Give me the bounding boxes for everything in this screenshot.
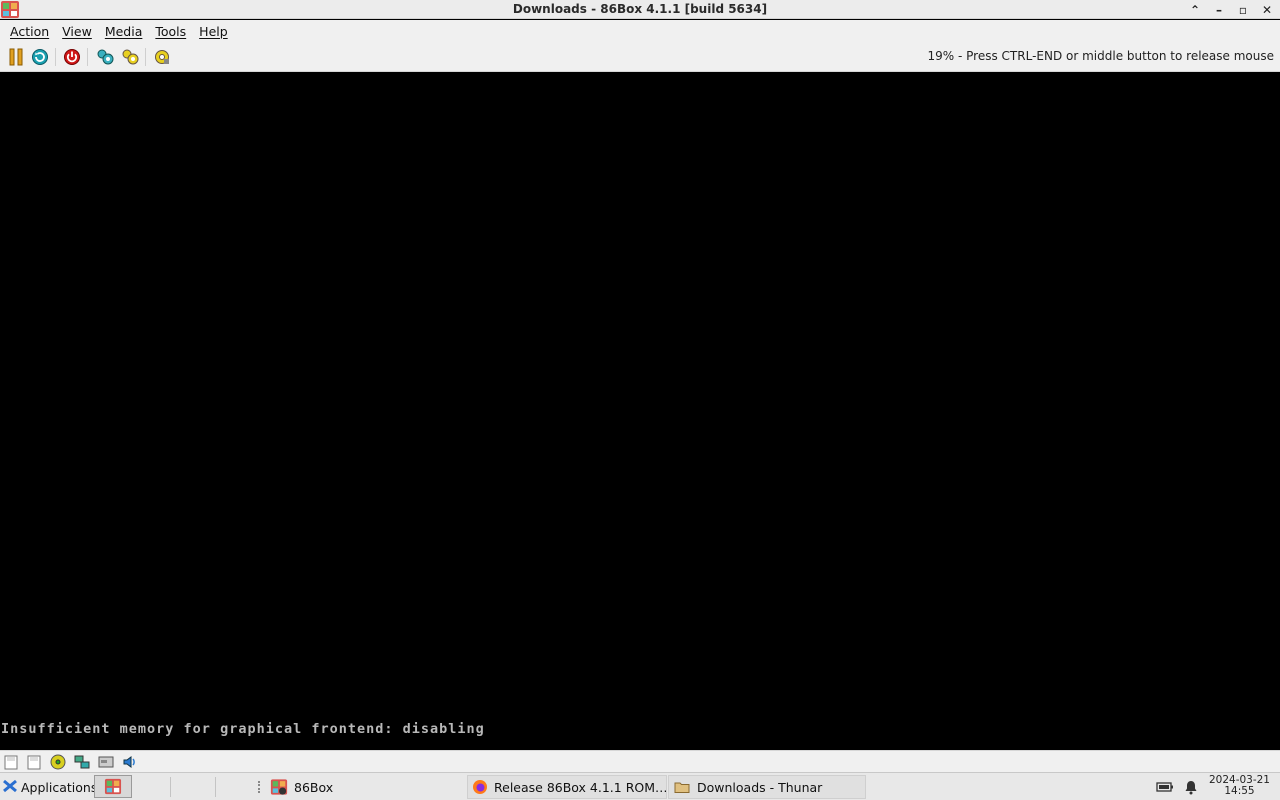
- taskbar: Applications 86Box Release 86Box 4.1.1 R…: [0, 772, 1280, 800]
- emulator-statusbar: [0, 750, 1280, 772]
- toolbar: 19% - Press CTRL-END or middle button to…: [0, 42, 1280, 72]
- task-86box[interactable]: 86Box: [266, 775, 466, 799]
- folder-icon: [673, 778, 691, 796]
- clock-time: 14:55: [1224, 785, 1255, 797]
- menu-tools[interactable]: Tools: [151, 24, 190, 39]
- task-label: Release 86Box 4.1.1 ROM…: [494, 779, 667, 795]
- network-icon[interactable]: [73, 754, 91, 770]
- sound-icon[interactable]: [121, 754, 139, 770]
- bell-icon[interactable]: [1181, 776, 1201, 798]
- floppy-a-icon[interactable]: [2, 754, 20, 770]
- power-icon[interactable]: [62, 47, 82, 67]
- battery-icon[interactable]: [1155, 776, 1175, 798]
- reset-icon[interactable]: [30, 47, 50, 67]
- settings-icon[interactable]: [152, 47, 172, 67]
- task-firefox[interactable]: Release 86Box 4.1.1 ROM…: [467, 775, 667, 799]
- clock[interactable]: 2024-03-21 14:55: [1209, 775, 1270, 797]
- task-label: 86Box: [294, 779, 334, 795]
- title-bar: Downloads - 86Box 4.1.1 [build 5634] ⌃ –…: [0, 0, 1280, 19]
- workspace-86box-icon[interactable]: [94, 775, 132, 798]
- applications-menu-button[interactable]: Applications: [0, 775, 97, 799]
- xfce-logo-icon: [2, 778, 18, 797]
- task-thunar[interactable]: Downloads - Thunar: [668, 775, 866, 799]
- taskbar-drag-handle[interactable]: [258, 781, 262, 793]
- hdd-icon[interactable]: [97, 754, 115, 770]
- close-icon[interactable]: ✕: [1258, 1, 1276, 18]
- maximize-icon[interactable]: ▫: [1234, 1, 1252, 18]
- menu-view[interactable]: View: [58, 24, 96, 39]
- mouse-capture-status: 19% - Press CTRL-END or middle button to…: [927, 49, 1274, 63]
- firefox-icon: [472, 778, 488, 796]
- floppy-b-icon[interactable]: [25, 754, 43, 770]
- minimize-icon[interactable]: –: [1210, 1, 1228, 18]
- screen-message: Insufficient memory for graphical fronte…: [1, 721, 485, 737]
- ctrl-alt-esc-icon[interactable]: [120, 47, 140, 67]
- menu-media[interactable]: Media: [101, 24, 147, 39]
- 86box-icon: [270, 778, 288, 796]
- menu-help[interactable]: Help: [195, 24, 232, 39]
- window-title: Downloads - 86Box 4.1.1 [build 5634]: [512, 2, 768, 16]
- chevron-up-icon[interactable]: ⌃: [1186, 1, 1204, 18]
- ctrl-alt-del-icon[interactable]: [95, 47, 115, 67]
- applications-label: Applications: [21, 779, 98, 795]
- cdrom-icon[interactable]: [49, 754, 67, 770]
- pause-icon[interactable]: [6, 47, 26, 67]
- menu-bar: Action View Media Tools Help: [0, 20, 1280, 42]
- task-label: Downloads - Thunar: [697, 779, 823, 795]
- emulator-screen[interactable]: Insufficient memory for graphical fronte…: [0, 73, 1280, 750]
- menu-action[interactable]: Action: [6, 24, 53, 39]
